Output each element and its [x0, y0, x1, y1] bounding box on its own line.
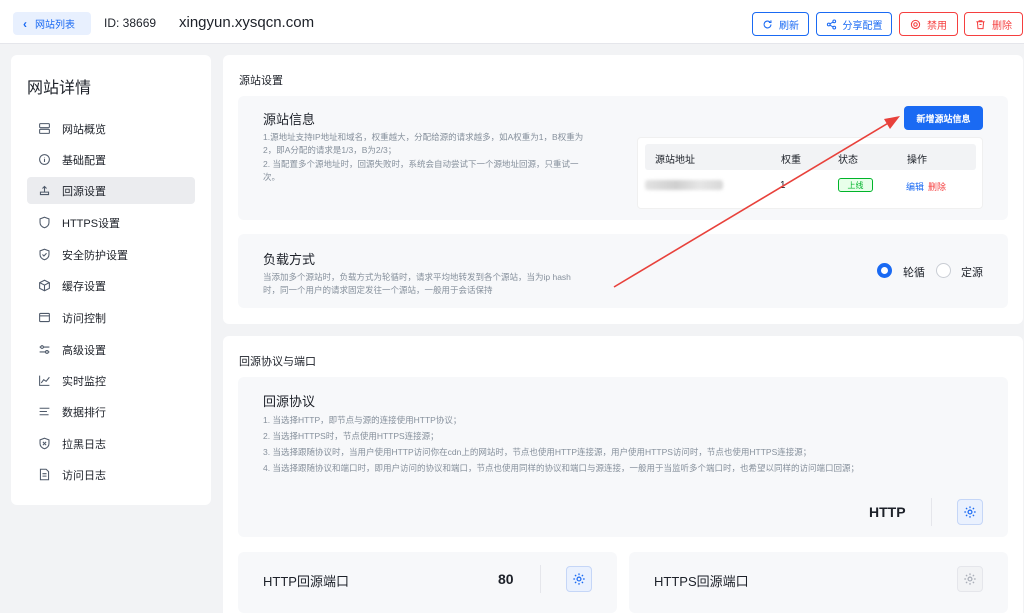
- sidebar-item-security[interactable]: 安全防护设置: [27, 241, 195, 268]
- divider: [540, 565, 541, 593]
- sidebar-item-label: 数据排行: [62, 406, 106, 419]
- origin-weight-value: 1: [780, 180, 786, 191]
- info-icon: [39, 154, 50, 165]
- https-port-label: HTTPS回源端口: [654, 574, 749, 589]
- block-shield-icon: [39, 437, 50, 450]
- back-button-label: 网站列表: [35, 20, 75, 31]
- sidebar-item-label: 实时监控: [62, 375, 106, 388]
- trash-icon: [976, 19, 985, 29]
- sidebar-item-label: 网站概览: [62, 123, 106, 136]
- sidebar-item-access-log[interactable]: 访问日志: [27, 461, 195, 488]
- sidebar-item-label: 安全防护设置: [62, 249, 128, 262]
- https-port-settings-button[interactable]: [957, 566, 983, 592]
- load-balance-title: 负载方式: [263, 252, 316, 267]
- origin-info-title: 源站信息: [263, 112, 316, 127]
- delete-origin-link[interactable]: 删除: [928, 180, 946, 193]
- sidebar-title: 网站详情: [27, 80, 92, 97]
- top-bar: ‹ 网站列表 ID: 38669 xingyun.xysqcn.com 刷新 分…: [0, 0, 1024, 44]
- gear-icon: [964, 506, 976, 518]
- sidebar-item-advanced[interactable]: 高级设置: [27, 336, 195, 363]
- sidebar-item-basic-config[interactable]: 基础配置: [27, 146, 195, 173]
- refresh-icon: [763, 19, 772, 28]
- protocol-title: 回源协议: [263, 394, 316, 409]
- origin-info-desc-line3: 2. 当配置多个源地址时，回源失败时，系统会自动尝试下一个源地址回源，只重试一: [263, 159, 579, 169]
- load-balance-desc-line2: 时，同一个用户的请求固定发往一个源站，一般用于会话保持: [263, 285, 493, 295]
- sidebar-item-label: 缓存设置: [62, 280, 106, 293]
- load-balance-desc-line1: 当添加多个源站时，负载方式为轮循时，请求平均地转发到各个源站，当为ip hash: [263, 272, 571, 282]
- site-id: ID: 38669: [104, 16, 157, 30]
- sidebar-item-label: 访问控制: [62, 312, 106, 325]
- column-header-weight: 权重: [781, 155, 801, 166]
- round-robin-radio[interactable]: [877, 263, 892, 278]
- site-domain: xingyun.xysqcn.com: [179, 14, 315, 31]
- column-header-status: 状态: [838, 155, 858, 166]
- origin-settings-title: 源站设置: [239, 75, 283, 87]
- sidebar-item-label: 拉黑日志: [62, 438, 106, 451]
- sidebar-item-label: 回源设置: [62, 185, 106, 198]
- shield-check-icon: [39, 248, 50, 261]
- sidebar-item-label: 高级设置: [62, 344, 106, 357]
- add-origin-button[interactable]: 新增源站信息: [904, 106, 983, 130]
- list-icon: [39, 407, 50, 416]
- edit-origin-link[interactable]: 编辑: [906, 180, 924, 193]
- gear-icon: [573, 573, 585, 585]
- protocol-note-4: 4. 当选择跟随协议和端口时，即用户访问的协议和端口，节点也使用同样的协议和端口…: [263, 463, 859, 473]
- sidebar-item-cache[interactable]: 缓存设置: [27, 272, 195, 299]
- protocol-settings-button[interactable]: [957, 499, 983, 525]
- column-header-address: 源站地址: [655, 155, 695, 166]
- chevron-left-icon: ‹: [23, 16, 27, 31]
- round-robin-label: 轮循: [903, 267, 925, 279]
- status-badge: 上线: [838, 178, 873, 192]
- protocol-port-title: 回源协议与端口: [239, 356, 316, 368]
- cube-icon: [39, 279, 50, 292]
- sidebar-item-realtime-monitor[interactable]: 实时监控: [27, 367, 195, 394]
- fixed-origin-radio[interactable]: [936, 263, 951, 278]
- protocol-note-2: 2. 当选择HTTPS时，节点使用HTTPS连接源；: [263, 431, 439, 441]
- sidebar-item-overview[interactable]: 网站概览: [27, 115, 195, 142]
- divider: [931, 498, 932, 526]
- http-port-settings-button[interactable]: [566, 566, 592, 592]
- window-icon: [39, 312, 50, 323]
- share-label: 分享配置: [842, 20, 883, 32]
- share-config-button[interactable]: 分享配置: [816, 12, 892, 36]
- origin-table: 源站地址 权重 状态 操作: [637, 137, 983, 209]
- share-icon: [826, 19, 836, 29]
- delete-site-button[interactable]: 删除: [964, 12, 1023, 36]
- sidebar-item-block-log[interactable]: 拉黑日志: [27, 430, 195, 457]
- sidebar-item-data-ranking[interactable]: 数据排行: [27, 398, 195, 425]
- http-port-value: 80: [498, 571, 514, 587]
- fixed-origin-label: 定源: [961, 267, 983, 279]
- http-port-label: HTTP回源端口: [263, 574, 349, 589]
- refresh-button[interactable]: 刷新: [752, 12, 809, 36]
- shield-icon: [39, 216, 50, 229]
- origin-icon: [39, 185, 50, 196]
- back-to-site-list-button[interactable]: ‹ 网站列表: [13, 12, 91, 35]
- overview-icon: [39, 123, 50, 134]
- sidebar-item-https[interactable]: HTTPS设置: [27, 209, 195, 236]
- column-header-actions: 操作: [907, 155, 927, 166]
- protocol-note-3: 3. 当选择跟随协议时，当用户使用HTTP访问你在cdn上的网站时，节点也使用H…: [263, 447, 812, 457]
- protocol-note-1: 1. 当选择HTTP，即节点与源的连接使用HTTP协议；: [263, 415, 462, 425]
- gear-icon: [964, 573, 976, 585]
- origin-info-desc-line2: 2，即A分配的请求是1/3，B为2/3；: [263, 145, 397, 155]
- sidebar-item-label: HTTPS设置: [62, 217, 121, 230]
- disable-icon: [910, 19, 921, 29]
- protocol-value: HTTP: [869, 504, 906, 520]
- origin-address-redacted: [645, 180, 723, 190]
- document-icon: [39, 468, 50, 481]
- sliders-icon: [39, 345, 50, 354]
- disable-label: 禁用: [927, 20, 947, 32]
- sidebar-item-label: 访问日志: [62, 469, 106, 482]
- chart-icon: [39, 375, 50, 386]
- sidebar: 网站详情 网站概览 基础配置 回源设置 HTTPS设置 安全防护设置 缓存设置 …: [11, 55, 211, 505]
- origin-info-desc-line1: 1.源地址支持IP地址和域名，权重越大，分配给源的请求越多，如A权重为1，B权重…: [263, 132, 584, 142]
- sidebar-item-origin-settings[interactable]: 回源设置: [27, 177, 195, 204]
- sidebar-item-label: 基础配置: [62, 154, 106, 167]
- origin-info-desc-line4: 次。: [263, 172, 281, 182]
- refresh-label: 刷新: [779, 20, 799, 32]
- origin-table-header: 源站地址 权重 状态 操作: [645, 144, 976, 170]
- disable-button[interactable]: 禁用: [899, 12, 958, 36]
- delete-label: 删除: [992, 20, 1012, 32]
- sidebar-item-access-control[interactable]: 访问控制: [27, 304, 195, 331]
